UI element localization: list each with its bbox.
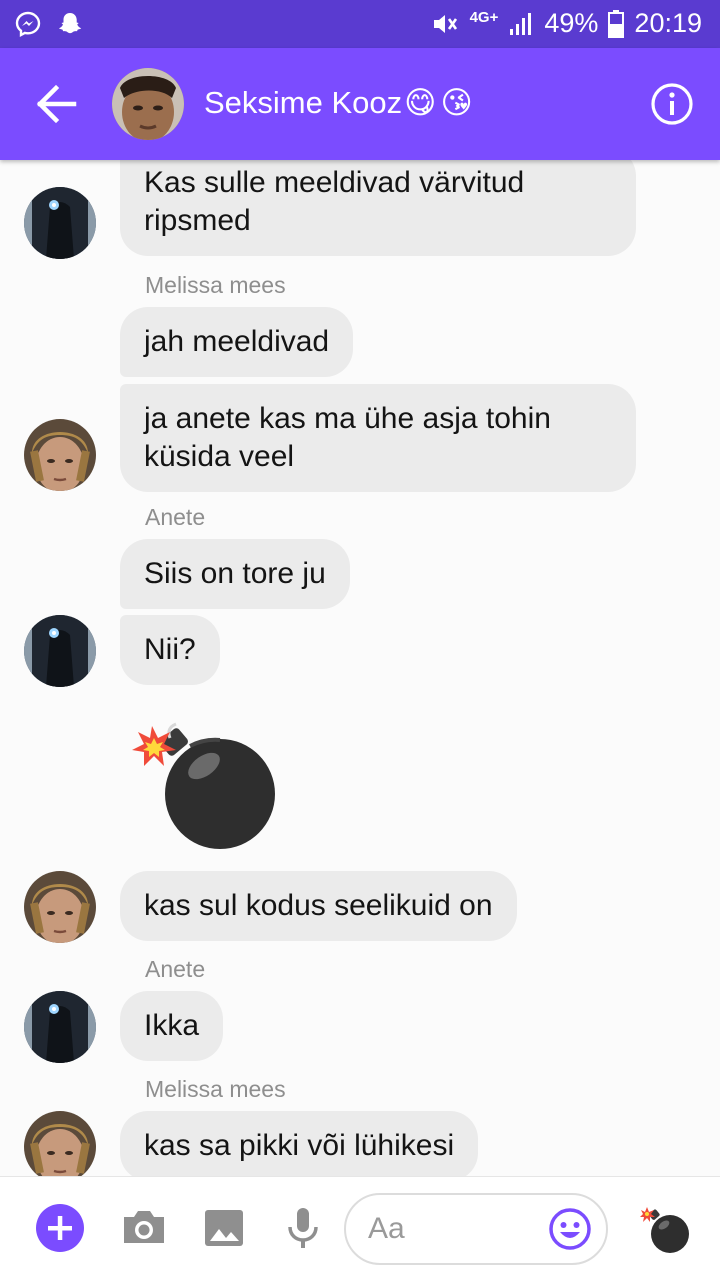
avatar[interactable] [24,419,96,491]
bomb-emoji[interactable] [132,716,277,856]
signal-icon [510,12,532,35]
clock: 20:19 [634,8,702,38]
avatar[interactable] [24,871,96,943]
message-input-wrapper [344,1193,608,1265]
message-bubble[interactable]: jah meeldivad [120,307,354,377]
message-bubble[interactable]: kas sa pikki või lühikesi [120,1111,479,1176]
conversation-title[interactable]: Seksime Kooz😋 😘 [204,85,473,121]
avatar[interactable] [24,187,96,259]
header-avatar[interactable] [112,68,184,140]
plus-icon[interactable] [35,1203,85,1253]
sender-name: Melissa mees [145,272,286,298]
bomb-icon[interactable] [640,1205,690,1255]
status-bar: 4G+ 49% 20:19 [0,0,720,48]
network-type: 4G+ [469,9,499,26]
message-composer [0,1176,720,1280]
message-bubble[interactable]: Nii? [120,615,220,685]
snapchat-icon [59,13,82,34]
sender-name: Anete [145,956,206,982]
image-icon[interactable] [200,1203,250,1253]
avatar[interactable] [24,615,96,687]
message-bubble[interactable]: Kas sulle meeldivad värvitud ripsmed [120,160,636,256]
sender-name: Anete [145,504,206,530]
camera-icon[interactable] [119,1203,169,1253]
battery-percent: 49% [544,8,599,38]
microphone-icon[interactable] [278,1203,328,1253]
info-icon[interactable] [650,82,694,126]
back-arrow-icon[interactable] [30,82,82,126]
message-input[interactable] [368,1209,548,1249]
battery-icon [608,9,625,38]
yum-emoji: 😋 [404,85,437,120]
conversation-header: Seksime Kooz😋 😘 [0,48,720,160]
message-bubble[interactable]: Siis on tore ju [120,539,350,609]
mute-icon [433,14,457,33]
kiss-emoji: 😘 [440,85,473,120]
emoji-icon[interactable] [548,1207,592,1251]
sender-name: Melissa mees [145,1076,286,1102]
avatar[interactable] [24,1111,96,1176]
message-list[interactable]: Kas sulle meeldivad värvitud ripsmed Mel… [0,160,720,1176]
message-bubble[interactable]: ja anete kas ma ühe asja tohin küsida ve… [120,384,636,492]
message-bubble[interactable]: Ikka [120,991,224,1061]
avatar[interactable] [24,991,96,1063]
messenger-icon [15,11,41,38]
message-bubble[interactable]: kas sul kodus seelikuid on [120,871,517,941]
